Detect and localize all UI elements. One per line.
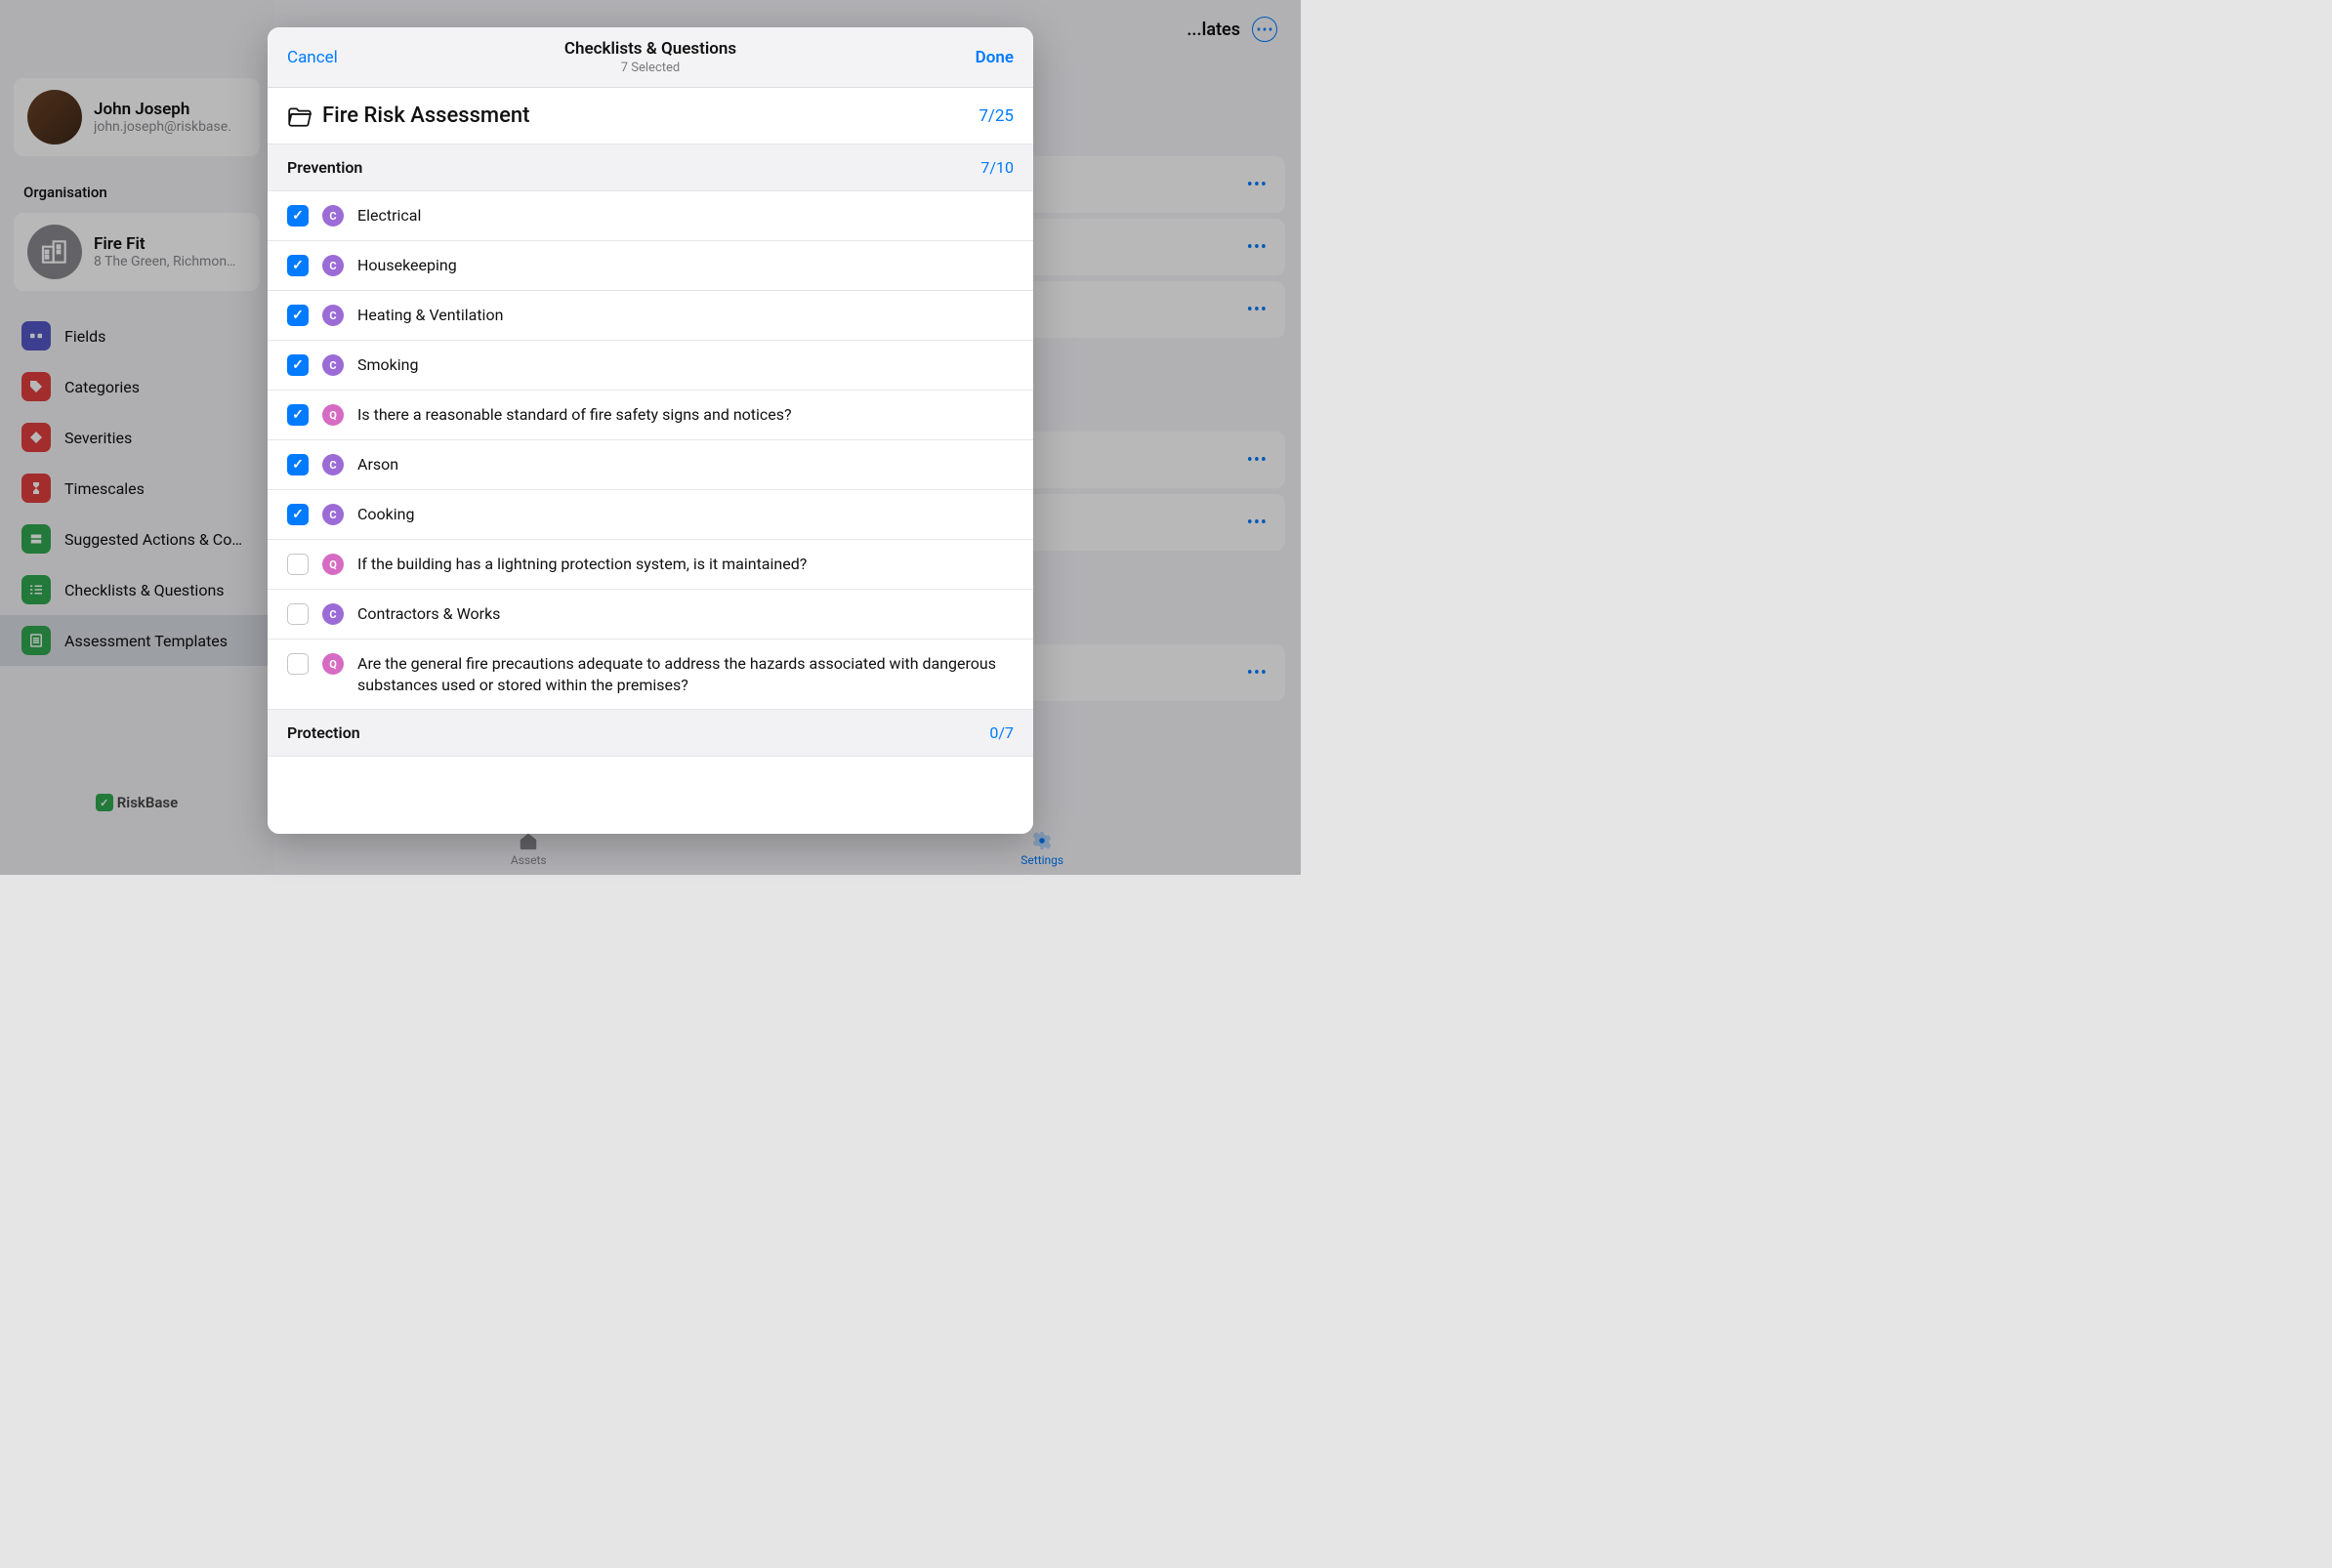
item-label: Electrical	[357, 205, 421, 227]
item-label: If the building has a lightning protecti…	[357, 554, 807, 575]
checkbox[interactable]	[287, 255, 309, 276]
item-label: Is there a reasonable standard of fire s…	[357, 404, 792, 426]
checklist-row[interactable]: C Heating & Ventilation	[268, 291, 1033, 341]
group-title: Protection	[287, 723, 360, 742]
checklist-row[interactable]: C Cooking	[268, 490, 1033, 540]
done-button[interactable]: Done	[945, 48, 1014, 67]
item-label: Smoking	[357, 354, 418, 376]
group-header[interactable]: Prevention 7/10	[268, 144, 1033, 191]
type-badge: C	[322, 504, 344, 525]
type-badge: C	[322, 305, 344, 326]
checklist-row[interactable]: C Arson	[268, 440, 1033, 490]
checkbox[interactable]	[287, 354, 309, 376]
modal-header: Cancel Checklists & Questions 7 Selected…	[268, 27, 1033, 88]
type-badge: C	[322, 603, 344, 625]
type-badge: Q	[322, 554, 344, 575]
folder-title: Fire Risk Assessment	[322, 103, 979, 128]
checklist-row[interactable]: Q If the building has a lightning protect…	[268, 540, 1033, 590]
folder-row[interactable]: Fire Risk Assessment 7/25	[268, 88, 1033, 144]
modal-subtitle: 7 Selected	[355, 61, 945, 75]
checkbox[interactable]	[287, 554, 309, 575]
type-badge: C	[322, 354, 344, 376]
group-count: 7/10	[980, 158, 1014, 177]
item-label: Housekeeping	[357, 255, 457, 276]
checkbox[interactable]	[287, 305, 309, 326]
type-badge: C	[322, 205, 344, 227]
group-count: 0/7	[989, 723, 1014, 742]
checklist-row[interactable]: C Electrical	[268, 191, 1033, 241]
type-badge: Q	[322, 653, 344, 675]
checklist-row[interactable]: Q Is there a reasonable standard of fire …	[268, 391, 1033, 440]
checklist-row[interactable]: C Smoking	[268, 341, 1033, 391]
checklist-row[interactable]: C Contractors & Works	[268, 590, 1033, 640]
modal-checklists-questions: Cancel Checklists & Questions 7 Selected…	[268, 27, 1033, 834]
checkbox[interactable]	[287, 454, 309, 475]
type-badge: C	[322, 454, 344, 475]
folder-open-icon	[287, 105, 312, 127]
checkbox[interactable]	[287, 653, 309, 675]
checkbox[interactable]	[287, 205, 309, 227]
checkbox[interactable]	[287, 404, 309, 426]
checkbox[interactable]	[287, 504, 309, 525]
modal-body[interactable]: Fire Risk Assessment 7/25 Prevention 7/10…	[268, 88, 1033, 834]
item-label: Contractors & Works	[357, 603, 500, 625]
checklist-row[interactable]: C Housekeeping	[268, 241, 1033, 291]
group-header[interactable]: Protection 0/7	[268, 710, 1033, 757]
folder-count: 7/25	[979, 106, 1014, 126]
item-label: Cooking	[357, 504, 414, 525]
cancel-button[interactable]: Cancel	[287, 48, 355, 67]
group-title: Prevention	[287, 158, 362, 177]
item-label: Arson	[357, 454, 398, 475]
checklist-row[interactable]: Q Are the general fire precautions adequa…	[268, 640, 1033, 710]
checkbox[interactable]	[287, 603, 309, 625]
item-label: Heating & Ventilation	[357, 305, 503, 326]
item-label: Are the general fire precautions adequat…	[357, 653, 1014, 695]
modal-title: Checklists & Questions	[355, 39, 945, 59]
type-badge: Q	[322, 404, 344, 426]
type-badge: C	[322, 255, 344, 276]
